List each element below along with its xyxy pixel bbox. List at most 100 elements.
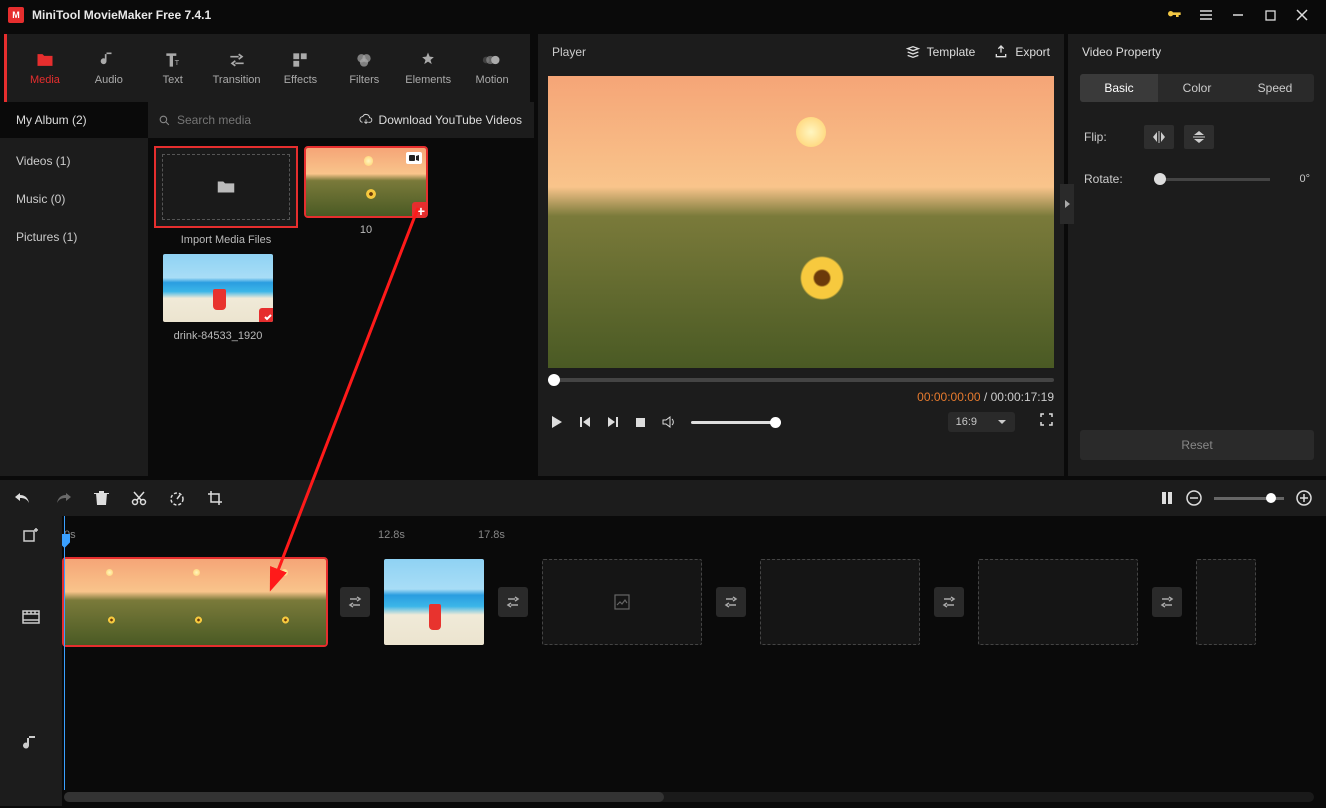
flip-horizontal-button[interactable] <box>1144 125 1174 149</box>
app-title: MiniTool MovieMaker Free 7.4.1 <box>32 8 211 22</box>
album-tab[interactable]: My Album (2) <box>0 102 148 138</box>
stop-button[interactable] <box>634 416 647 429</box>
timeline-ruler[interactable]: 0s 12.8s 17.8s <box>62 516 1326 554</box>
aspect-ratio-select[interactable]: 16:9 <box>948 412 1015 432</box>
volume-slider[interactable] <box>691 421 781 424</box>
tab-media[interactable]: Media <box>15 38 75 98</box>
tab-transition[interactable]: Transition <box>207 38 267 98</box>
transition-slot[interactable] <box>340 587 370 617</box>
add-track-button[interactable] <box>0 516 62 554</box>
app-logo: M <box>8 7 24 23</box>
empty-clip-slot[interactable] <box>978 559 1138 645</box>
key-icon[interactable] <box>1158 0 1190 30</box>
search-input[interactable] <box>177 113 277 127</box>
chevron-down-icon <box>997 417 1007 427</box>
timeline-toolbar <box>0 480 1326 516</box>
timeline-clip[interactable] <box>64 559 326 645</box>
transition-slot[interactable] <box>716 587 746 617</box>
add-to-timeline-button[interactable]: + <box>412 202 426 216</box>
svg-text:T: T <box>174 58 179 67</box>
prop-tab-speed[interactable]: Speed <box>1236 74 1314 102</box>
reset-button[interactable]: Reset <box>1080 430 1314 460</box>
close-button[interactable] <box>1286 0 1318 30</box>
cloud-download-icon <box>359 113 373 127</box>
video-icon <box>406 152 422 164</box>
tab-motion[interactable]: Motion <box>462 38 522 98</box>
flip-vertical-button[interactable] <box>1184 125 1214 149</box>
template-icon <box>905 44 921 60</box>
video-track[interactable] <box>62 554 1326 650</box>
template-button[interactable]: Template <box>905 44 976 60</box>
seek-bar[interactable] <box>548 378 1054 382</box>
rotate-value: 0° <box>1280 173 1310 185</box>
media-sidebar: Videos (1) Music (0) Pictures (1) <box>0 138 148 476</box>
zoom-slider[interactable] <box>1214 497 1284 500</box>
titlebar: M MiniTool MovieMaker Free 7.4.1 <box>0 0 1326 30</box>
hamburger-icon[interactable] <box>1190 0 1222 30</box>
next-frame-button[interactable] <box>606 415 620 429</box>
timeline-body[interactable]: 0s 12.8s 17.8s <box>62 516 1326 806</box>
empty-clip-slot[interactable] <box>542 559 702 645</box>
fullscreen-button[interactable] <box>1039 412 1054 432</box>
prev-frame-button[interactable] <box>578 415 592 429</box>
search-icon <box>158 114 171 127</box>
sidebar-item-pictures[interactable]: Pictures (1) <box>0 218 148 256</box>
zoom-in-button[interactable] <box>1296 490 1312 506</box>
download-youtube-button[interactable]: Download YouTube Videos <box>359 113 534 127</box>
minimize-button[interactable] <box>1222 0 1254 30</box>
player-panel: Player Template Export 00:00:00:00 / 00:… <box>538 34 1064 476</box>
media-item-video[interactable]: + 10 <box>304 148 428 246</box>
play-button[interactable] <box>548 414 564 430</box>
undo-button[interactable] <box>14 490 32 506</box>
tab-audio[interactable]: Audio <box>79 38 139 98</box>
volume-button[interactable] <box>661 414 677 430</box>
rotate-slider[interactable] <box>1154 178 1270 181</box>
empty-clip-slot[interactable] <box>760 559 920 645</box>
redo-button[interactable] <box>54 490 72 506</box>
timeline-clip[interactable] <box>384 559 484 645</box>
panel-expand-button[interactable] <box>1060 184 1074 224</box>
playhead[interactable] <box>64 516 65 790</box>
import-media-item[interactable]: Import Media Files <box>156 148 296 246</box>
transition-slot[interactable] <box>934 587 964 617</box>
maximize-button[interactable] <box>1254 0 1286 30</box>
media-grid: Import Media Files + 10 drink-84533_1920 <box>148 138 534 476</box>
crop-button[interactable] <box>207 490 223 506</box>
tab-effects[interactable]: Effects <box>271 38 331 98</box>
timeline-scrollbar[interactable] <box>64 792 1314 802</box>
snap-button[interactable] <box>1160 490 1174 506</box>
prop-tab-basic[interactable]: Basic <box>1080 74 1158 102</box>
folder-icon <box>215 176 237 198</box>
search-wrap <box>148 113 359 127</box>
transition-slot[interactable] <box>1152 587 1182 617</box>
zoom-out-button[interactable] <box>1186 490 1202 506</box>
audio-track-icon <box>23 680 39 806</box>
media-panel: Media Audio T Text Transition Effects Fi… <box>0 30 534 476</box>
timeline-left-rail <box>0 516 62 806</box>
prop-tab-color[interactable]: Color <box>1158 74 1236 102</box>
empty-clip-slot[interactable] <box>1196 559 1256 645</box>
speed-button[interactable] <box>169 490 185 506</box>
media-subbar: My Album (2) Download YouTube Videos <box>0 102 534 138</box>
property-tabs: Basic Color Speed <box>1080 74 1314 102</box>
sidebar-item-videos[interactable]: Videos (1) <box>0 142 148 180</box>
timecode: 00:00:00:00 / 00:00:17:19 <box>548 390 1054 404</box>
export-icon <box>993 44 1009 60</box>
media-item-image[interactable]: drink-84533_1920 <box>156 254 280 342</box>
delete-button[interactable] <box>94 490 109 506</box>
properties-title: Video Property <box>1068 34 1326 70</box>
video-track-icon <box>21 554 41 680</box>
audio-track[interactable] <box>62 650 1326 740</box>
tab-text[interactable]: T Text <box>143 38 203 98</box>
top-tabs: Media Audio T Text Transition Effects Fi… <box>4 34 530 102</box>
flip-label: Flip: <box>1084 130 1144 144</box>
sidebar-item-music[interactable]: Music (0) <box>0 180 148 218</box>
player-preview[interactable] <box>548 76 1054 368</box>
tab-filters[interactable]: Filters <box>334 38 394 98</box>
transition-slot[interactable] <box>498 587 528 617</box>
export-button[interactable]: Export <box>993 44 1050 60</box>
split-button[interactable] <box>131 490 147 506</box>
rotate-label: Rotate: <box>1084 172 1144 186</box>
used-check-icon <box>259 308 273 322</box>
tab-elements[interactable]: Elements <box>398 38 458 98</box>
